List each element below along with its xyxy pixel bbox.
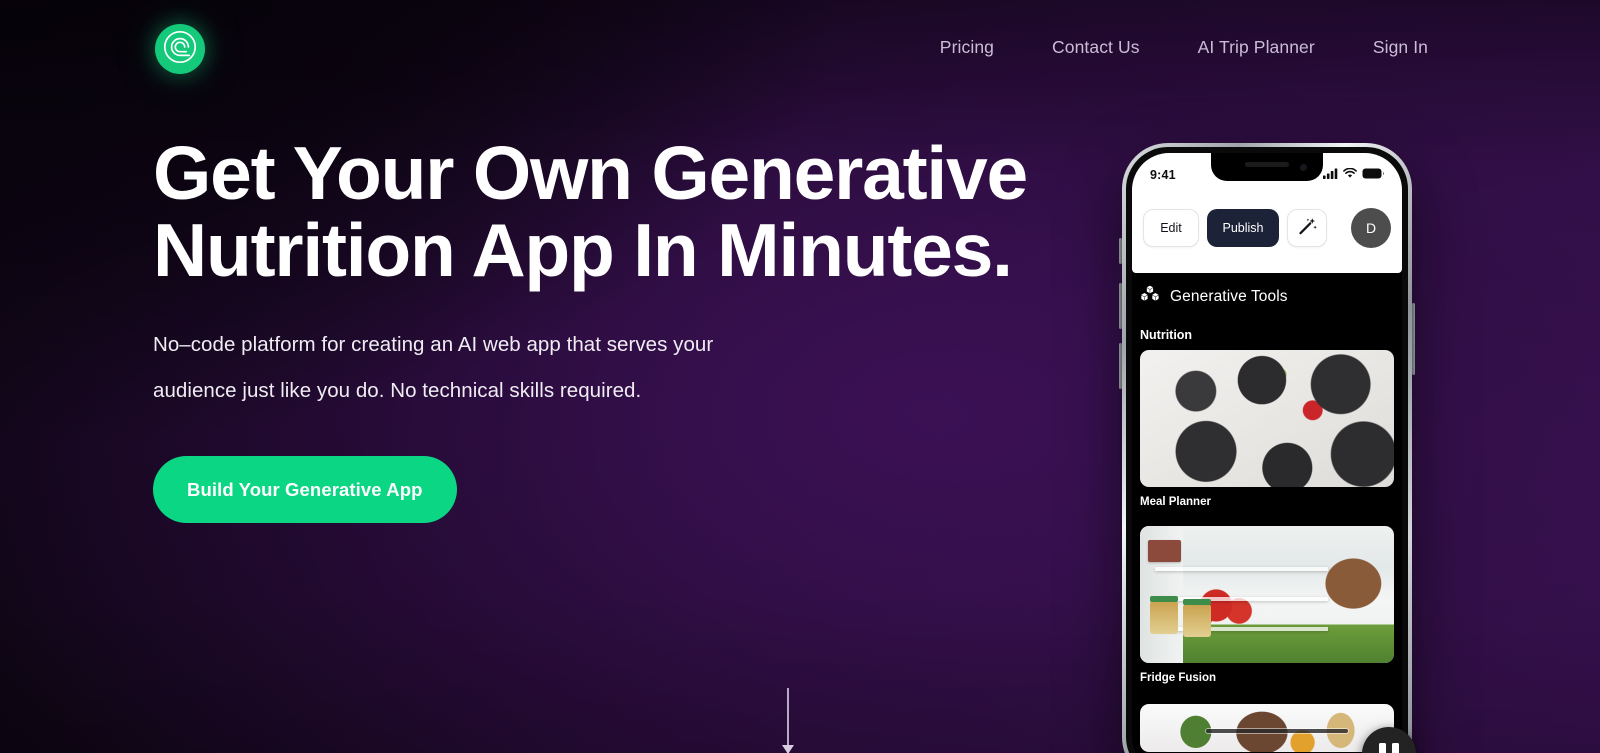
video-progress-bar[interactable] — [1206, 728, 1349, 733]
meal-planner-card[interactable] — [1140, 350, 1394, 487]
meal-planner-caption: Meal Planner — [1140, 496, 1211, 508]
main-navigation: Pricing Contact Us AI Trip Planner Sign … — [911, 33, 1428, 62]
nav-pricing[interactable]: Pricing — [911, 33, 1023, 62]
fridge-door-bin — [1147, 539, 1181, 562]
generative-tools-header: Generative Tools — [1136, 273, 1398, 308]
card-spacer — [1136, 508, 1398, 526]
woman-open-refrigerator-photo — [1140, 526, 1394, 663]
meal-prep-containers-photo — [1140, 350, 1394, 487]
brand-logo[interactable] — [155, 24, 205, 74]
cubes-icon — [1140, 285, 1160, 308]
wifi-icon — [1343, 166, 1357, 184]
fridge-jar — [1183, 599, 1212, 637]
avatar[interactable]: D — [1351, 208, 1391, 248]
nav-sign-in[interactable]: Sign In — [1344, 33, 1428, 62]
magic-wand-sparkles-icon — [1298, 217, 1317, 239]
phone-mockup: 9:41 Edit Publish D Generative Tools Nut… — [1119, 143, 1416, 753]
edit-button[interactable]: Edit — [1143, 209, 1199, 247]
site-header: Pricing Contact Us AI Trip Planner Sign … — [0, 0, 1600, 98]
page-title: Get Your Own Generative Nutrition App In… — [153, 131, 1028, 292]
nav-contact-us[interactable]: Contact Us — [1023, 33, 1169, 62]
front-camera-icon — [1300, 164, 1307, 171]
signal-bars-icon — [1323, 166, 1338, 184]
spiral-circle-logo-icon — [162, 29, 198, 70]
app-content: Generative Tools Nutrition Meal Planner — [1132, 273, 1402, 753]
arrow-down-icon[interactable] — [782, 688, 794, 753]
phone-bezel: 9:41 Edit Publish D Generative Tools Nut… — [1126, 147, 1408, 753]
pause-icon — [1379, 742, 1386, 753]
phone-power-button — [1412, 303, 1415, 375]
section-label-nutrition: Nutrition — [1140, 328, 1193, 342]
fridge-shelf — [1155, 567, 1328, 572]
status-time: 9:41 — [1150, 168, 1176, 182]
fridge-shelf — [1155, 627, 1328, 632]
fridge-shelf — [1155, 597, 1328, 602]
build-app-button[interactable]: Build Your Generative App — [153, 456, 457, 523]
generative-tools-title: Generative Tools — [1170, 287, 1288, 305]
phone-frame: 9:41 Edit Publish D Generative Tools Nut… — [1122, 143, 1412, 753]
video-preview[interactable] — [1140, 704, 1394, 752]
magic-wand-button[interactable] — [1287, 209, 1327, 247]
pause-icon — [1392, 742, 1399, 753]
nav-ai-trip-planner[interactable]: AI Trip Planner — [1169, 33, 1344, 62]
battery-full-icon — [1362, 166, 1384, 184]
phone-notch — [1211, 153, 1323, 181]
phone-screen: 9:41 Edit Publish D Generative Tools Nut… — [1132, 153, 1402, 753]
phone-speaker — [1245, 162, 1289, 167]
hero-subtitle: No–code platform for creating an AI web … — [153, 333, 714, 402]
fridge-fusion-caption: Fridge Fusion — [1140, 672, 1217, 684]
status-icons — [1323, 166, 1384, 184]
publish-button[interactable]: Publish — [1207, 209, 1279, 247]
fridge-jar — [1150, 596, 1179, 635]
hero-section: Get Your Own Generative Nutrition App In… — [153, 135, 1053, 523]
app-toolbar: Edit Publish D — [1132, 197, 1402, 259]
fridge-fusion-card[interactable] — [1140, 526, 1394, 663]
